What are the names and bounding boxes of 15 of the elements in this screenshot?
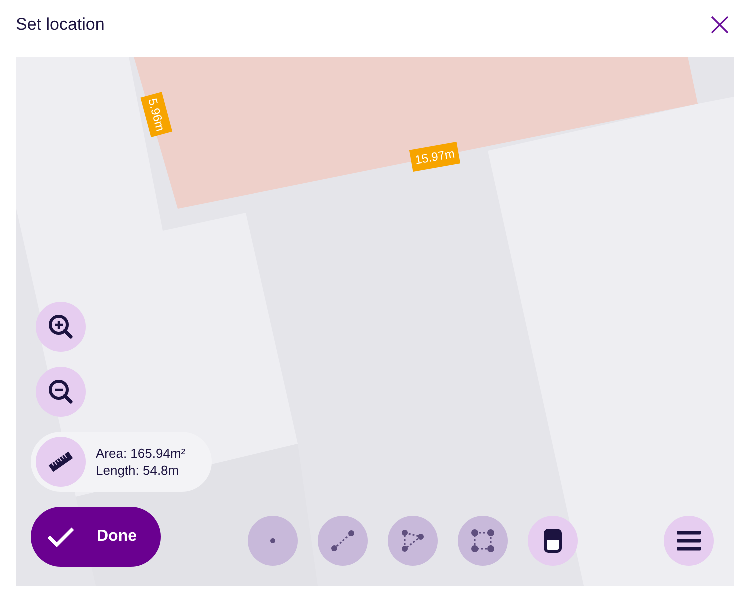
done-button[interactable]: Done (31, 507, 161, 567)
close-icon[interactable] (710, 15, 730, 35)
zoom-in-icon (48, 314, 74, 340)
dialog-title: Set location (16, 14, 105, 36)
dot-icon (270, 538, 276, 544)
length-text: Length: 54.8m (96, 462, 180, 479)
layer-toggle-icon (544, 529, 562, 553)
line-segment-icon (331, 529, 355, 553)
ruler-button[interactable] (36, 437, 86, 487)
area-text: Area: 165.94m² (96, 445, 186, 462)
triangle-points-icon (401, 529, 425, 553)
menu-icon (677, 530, 701, 552)
checkmark-icon (47, 526, 75, 548)
zoom-out-icon (48, 379, 74, 405)
square-points-icon (471, 529, 495, 553)
